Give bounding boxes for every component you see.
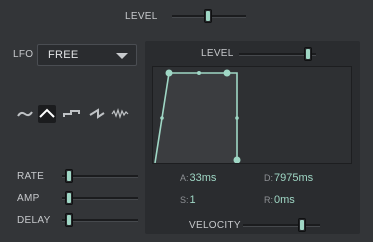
sustain-value: 1: [189, 194, 196, 206]
envelope-curve: [154, 69, 241, 163]
sustain-readout: S:1: [180, 194, 196, 206]
amp-slider-track[interactable]: [62, 197, 138, 200]
decay-readout: D:7975ms: [264, 172, 313, 184]
delay-slider-track[interactable]: [62, 219, 138, 222]
square-wave-icon: [63, 110, 80, 117]
lfo-label: LFO: [13, 49, 34, 60]
attack-node[interactable]: [165, 69, 173, 77]
delay-slider-knob[interactable]: [65, 213, 73, 227]
decay-value: 7975ms: [274, 172, 314, 184]
velocity-slider-track[interactable]: [243, 224, 320, 227]
chevron-down-icon: [116, 53, 128, 59]
level-slider-knob[interactable]: [204, 9, 212, 23]
rate-slider-track[interactable]: [62, 175, 138, 178]
envelope-graph[interactable]: [152, 66, 352, 164]
random-wave-button[interactable]: [111, 105, 129, 123]
hold-node[interactable]: [197, 71, 201, 75]
attack-readout: A:33ms: [180, 172, 216, 184]
envelope-level-slider-knob[interactable]: [304, 47, 312, 61]
random-wave-icon: [111, 107, 129, 120]
sine-wave-button[interactable]: [16, 105, 34, 123]
rate-slider-knob[interactable]: [65, 169, 73, 183]
lfo-envelope-panel: LEVEL LFO FREE RATE AMP DELAY LEVEL A:33…: [0, 0, 373, 242]
release-key: R:: [264, 195, 273, 205]
velocity-slider-knob[interactable]: [298, 218, 306, 232]
triangle-wave-icon: [39, 108, 55, 118]
attack-curve-handle[interactable]: [160, 116, 164, 120]
lfo-mode-value: FREE: [48, 49, 79, 61]
level-label: LEVEL: [125, 11, 158, 22]
amp-label: AMP: [17, 193, 40, 204]
attack-key: A:: [180, 173, 189, 183]
release-readout: R:0ms: [264, 194, 295, 206]
release-value: 0ms: [274, 194, 295, 206]
decay-node[interactable]: [223, 69, 231, 77]
sine-wave-icon: [17, 111, 33, 117]
velocity-label: VELOCITY: [189, 220, 241, 231]
rate-label: RATE: [17, 171, 45, 182]
triangle-wave-button[interactable]: [38, 105, 56, 123]
sustain-key: S:: [180, 195, 189, 205]
lfo-mode-dropdown[interactable]: FREE: [37, 44, 137, 66]
attack-value: 33ms: [189, 172, 217, 184]
amp-slider-knob[interactable]: [65, 191, 73, 205]
square-wave-button[interactable]: [63, 105, 81, 123]
envelope-level-label: LEVEL: [201, 48, 234, 59]
decay-key: D:: [264, 173, 273, 183]
delay-label: DELAY: [17, 215, 51, 226]
saw-wave-button[interactable]: [88, 105, 106, 123]
release-curve-handle[interactable]: [235, 116, 239, 120]
saw-wave-icon: [89, 108, 105, 119]
